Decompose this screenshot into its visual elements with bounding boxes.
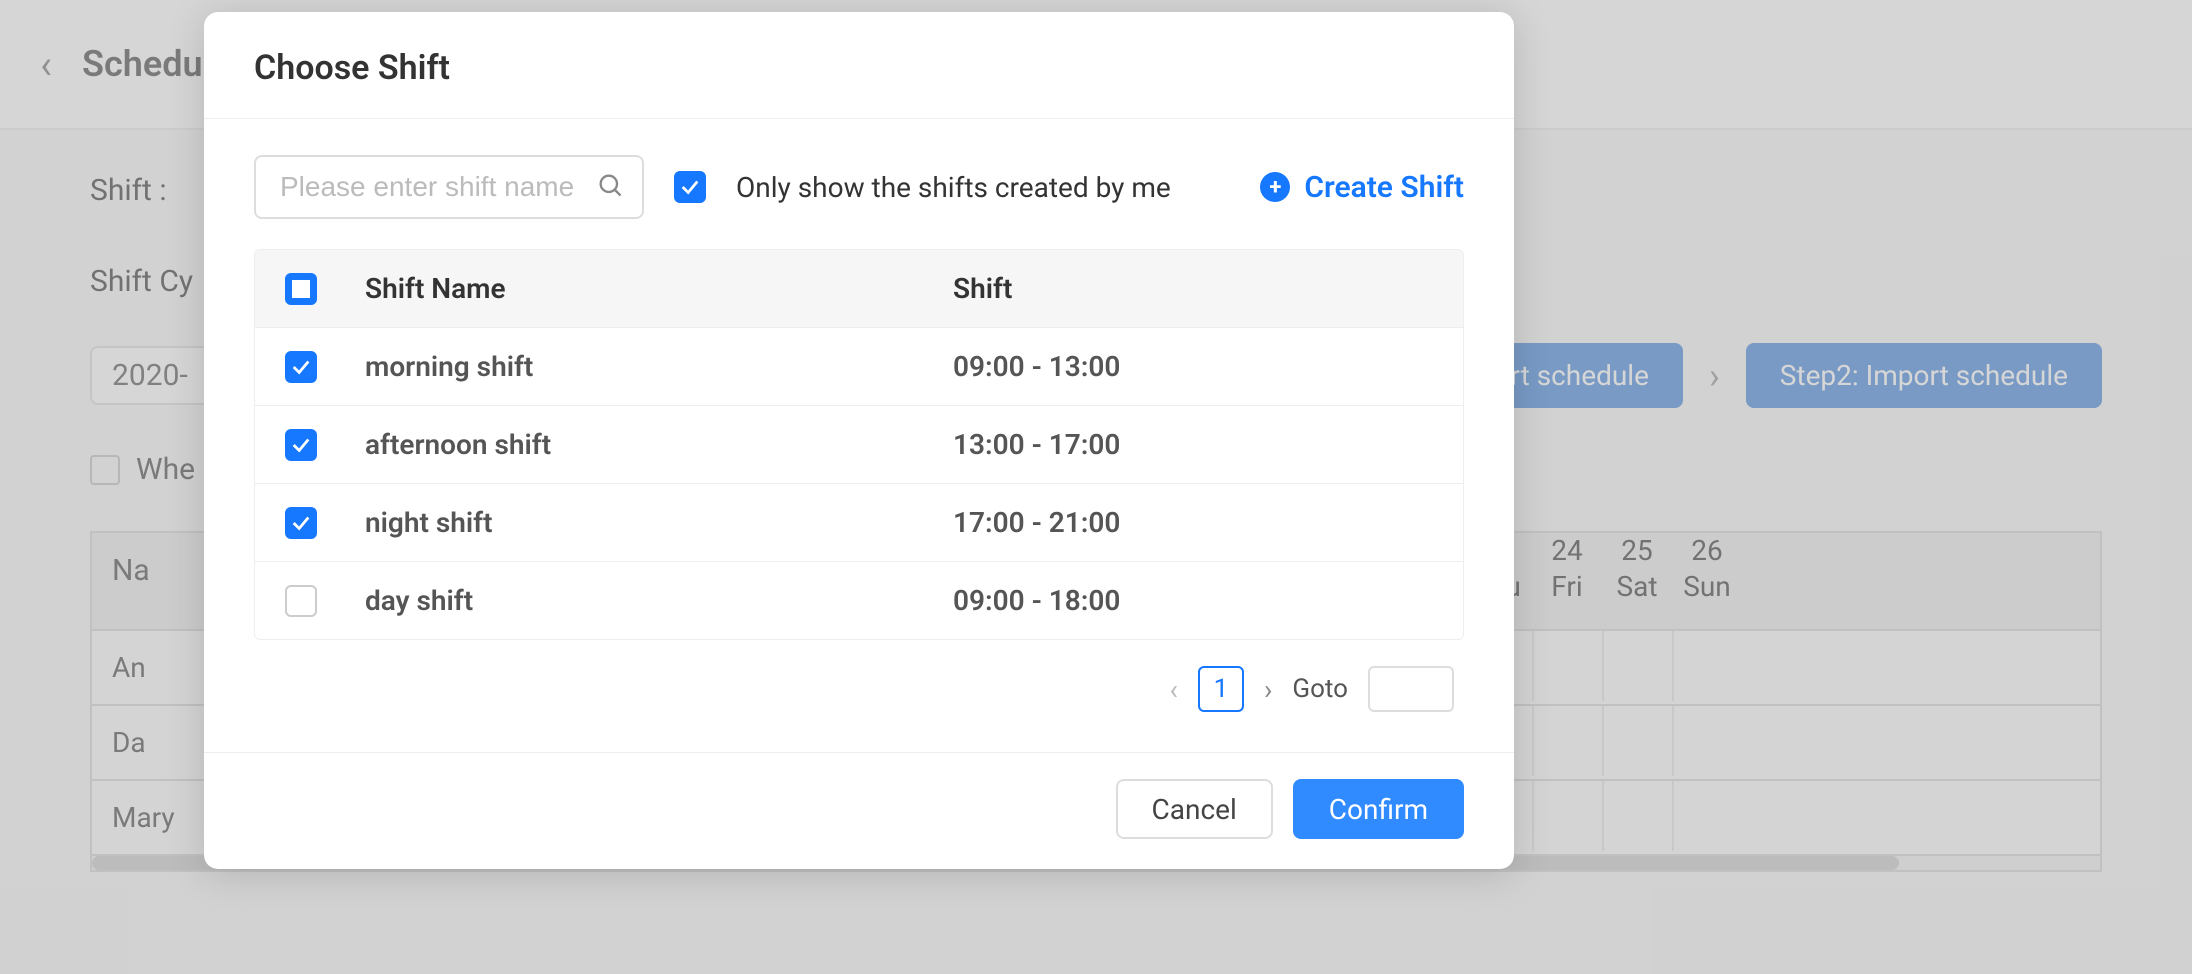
row-checkbox[interactable] — [285, 351, 317, 383]
search-input[interactable] — [254, 155, 644, 219]
shift-name: afternoon shift — [365, 428, 953, 461]
col-shift-name: Shift Name — [365, 272, 953, 305]
page-prev-icon[interactable]: ‹ — [1170, 673, 1178, 706]
pagination: ‹ 1 › Goto — [254, 640, 1464, 742]
goto-input[interactable] — [1368, 666, 1454, 712]
shift-time: 17:00 - 21:00 — [953, 506, 1433, 539]
only-mine-checkbox[interactable] — [674, 171, 706, 203]
filter-row: Only show the shifts created by me + Cre… — [254, 155, 1464, 219]
cancel-button[interactable]: Cancel — [1116, 779, 1273, 839]
row-checkbox[interactable] — [285, 585, 317, 617]
row-checkbox[interactable] — [285, 429, 317, 461]
plus-icon: + — [1260, 172, 1290, 202]
shift-table: Shift Name Shift morning shift09:00 - 13… — [254, 249, 1464, 640]
shift-row: morning shift09:00 - 13:00 — [255, 328, 1463, 406]
shift-name: night shift — [365, 506, 953, 539]
search-box — [254, 155, 644, 219]
shift-time: 09:00 - 13:00 — [953, 350, 1433, 383]
shift-row: night shift17:00 - 21:00 — [255, 484, 1463, 562]
page-next-icon[interactable]: › — [1264, 673, 1272, 706]
goto-label: Goto — [1292, 674, 1348, 704]
search-icon — [596, 171, 624, 203]
select-all-checkbox[interactable] — [285, 273, 317, 305]
shift-name: day shift — [365, 584, 953, 617]
confirm-button[interactable]: Confirm — [1293, 779, 1464, 839]
choose-shift-modal: Choose Shift Only show the shifts create… — [204, 12, 1514, 869]
shift-row: afternoon shift13:00 - 17:00 — [255, 406, 1463, 484]
shift-time: 09:00 - 18:00 — [953, 584, 1433, 617]
shift-row: day shift09:00 - 18:00 — [255, 562, 1463, 639]
shift-name: morning shift — [365, 350, 953, 383]
create-shift-label: Create Shift — [1304, 170, 1464, 205]
modal-title: Choose Shift — [254, 48, 1464, 88]
only-mine-label: Only show the shifts created by me — [736, 171, 1171, 204]
row-checkbox[interactable] — [285, 507, 317, 539]
create-shift-link[interactable]: + Create Shift — [1260, 170, 1464, 205]
shift-time: 13:00 - 17:00 — [953, 428, 1433, 461]
col-shift-time: Shift — [953, 272, 1433, 305]
page-number[interactable]: 1 — [1198, 666, 1244, 712]
